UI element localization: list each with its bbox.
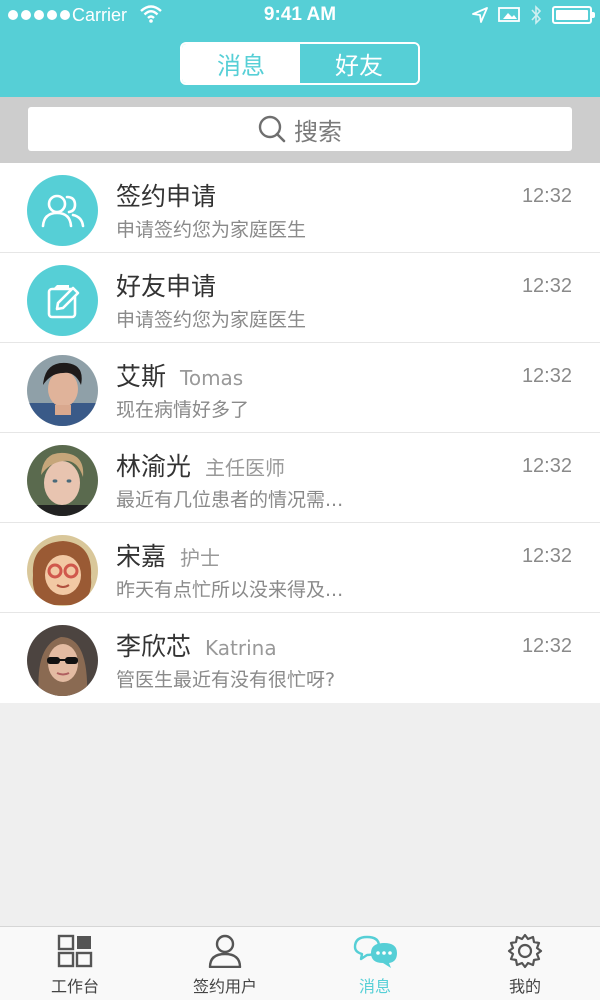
message-time: 12:32 [521, 365, 572, 387]
contact-subtitle: 护士 [180, 546, 221, 570]
search-icon [258, 115, 286, 143]
list-item[interactable]: 林渝光 主任医师 最近有几位患者的情况需... 12:32 [0, 433, 600, 523]
screen-mirror-icon [498, 7, 520, 22]
tab-label: 工作台 [50, 977, 99, 996]
search-bar: 搜索 [0, 97, 600, 163]
avatar [27, 355, 98, 426]
contact-name: 林渝光 [116, 452, 192, 481]
tab-mine[interactable]: 我的 [450, 927, 600, 1000]
message-time: 12:32 [521, 455, 572, 477]
tab-messages-bottom[interactable]: 消息 [300, 927, 450, 1000]
contact-subtitle: Katrina [205, 636, 277, 660]
message-time: 12:32 [521, 185, 572, 207]
bluetooth-icon [531, 5, 542, 25]
chat-icon [351, 934, 399, 968]
message-preview: 昨天有点忙所以没来得及... [116, 579, 344, 601]
avatar [27, 535, 98, 606]
tab-label: 签约用户 [192, 977, 257, 996]
message-time: 12:32 [521, 635, 572, 657]
grid-icon [57, 934, 93, 968]
list-item[interactable]: 艾斯 Tomas 现在病情好多了 12:32 [0, 343, 600, 433]
avatar [27, 445, 98, 516]
tab-workbench[interactable]: 工作台 [0, 927, 150, 1000]
contact-name: 好友申请 [116, 272, 217, 301]
tab-label: 消息 [358, 977, 391, 996]
search-placeholder: 搜索 [294, 117, 342, 146]
list-item[interactable]: 好友申请 申请签约您为家庭医生 12:32 [0, 253, 600, 343]
contact-subtitle: 主任医师 [205, 456, 286, 480]
contact-name: 李欣芯 [116, 632, 192, 661]
contact-subtitle: Tomas [180, 366, 244, 390]
status-bar: Carrier 9:41 AM [0, 0, 600, 32]
message-preview: 现在病情好多了 [116, 399, 250, 421]
list-item[interactable]: 李欣芯 Katrina 管医生最近有没有很忙呀? 12:32 [0, 613, 600, 703]
conversation-list: 签约申请 申请签约您为家庭医生 12:32 好友申请 申请签约您为家庭医生 12… [0, 163, 600, 703]
segmented-control: 消息 好友 [180, 42, 420, 85]
user-icon [207, 934, 243, 968]
contact-name: 艾斯 [116, 362, 167, 391]
contact-name: 宋嘉 [116, 542, 167, 571]
group-icon [27, 175, 98, 246]
message-time: 12:32 [521, 275, 572, 297]
search-input[interactable]: 搜索 [28, 107, 572, 151]
tab-signed-users[interactable]: 签约用户 [150, 927, 300, 1000]
tab-friends[interactable]: 好友 [300, 44, 418, 83]
list-item[interactable]: 宋嘉 护士 昨天有点忙所以没来得及... 12:32 [0, 523, 600, 613]
message-time: 12:32 [521, 545, 572, 567]
bottom-tab-bar: 工作台 签约用户 消息 我的 [0, 926, 600, 1000]
message-preview: 管医生最近有没有很忙呀? [116, 669, 336, 691]
nav-header: Carrier 9:41 AM 消息 好友 [0, 0, 600, 97]
contact-name: 签约申请 [116, 182, 217, 211]
tab-label: 我的 [508, 977, 541, 996]
message-preview: 申请签约您为家庭医生 [116, 309, 307, 331]
list-item[interactable]: 签约申请 申请签约您为家庭医生 12:32 [0, 163, 600, 253]
battery-icon [552, 6, 595, 24]
edit-icon [27, 265, 98, 336]
gear-icon [507, 933, 543, 969]
message-preview: 最近有几位患者的情况需... [116, 489, 344, 511]
location-arrow-icon [472, 7, 488, 23]
avatar [27, 625, 98, 696]
message-preview: 申请签约您为家庭医生 [116, 219, 307, 241]
tab-messages[interactable]: 消息 [182, 44, 300, 83]
